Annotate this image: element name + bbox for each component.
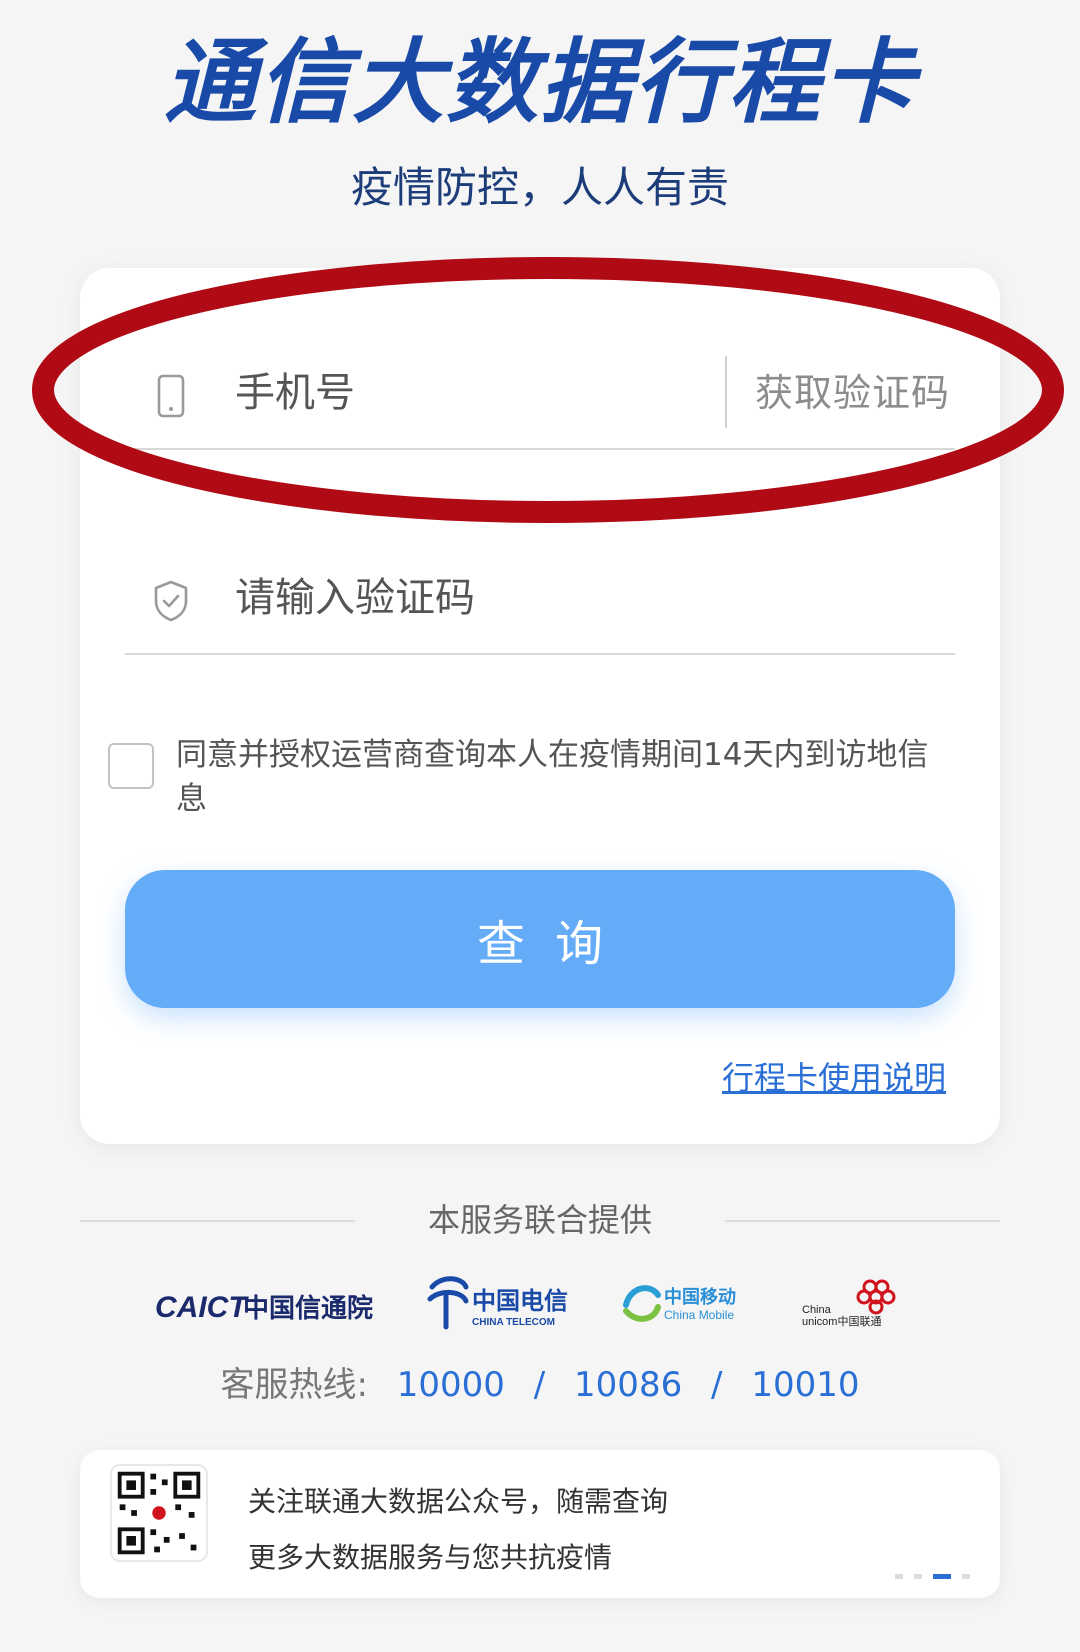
carousel-dot	[894, 1574, 903, 1579]
phone-input[interactable]: 手机号	[235, 338, 355, 448]
telecom-logo-cn: 中国电信	[472, 1287, 568, 1315]
hotline-number-telecom[interactable]: 10000	[397, 1365, 505, 1405]
providers-header: 本服务联合提供	[80, 1195, 1000, 1245]
china-mobile-logo: 中国移动 China Mobile	[623, 1285, 736, 1322]
phone-icon	[157, 374, 185, 418]
carousel-indicator	[889, 1564, 970, 1579]
hotline-number-unicom[interactable]: 10010	[751, 1365, 859, 1405]
get-code-button[interactable]: 获取验证码	[755, 338, 950, 448]
telecom-logo-en: CHINA TELECOM	[472, 1317, 555, 1328]
agreement-text: 同意并授权运营商查询本人在疫情期间14天内到访地信息	[176, 737, 929, 817]
carousel-dot	[962, 1574, 970, 1579]
hotline-row: 客服热线: 10000 / 10086 / 10010	[0, 1360, 1080, 1410]
mobile-logo-cn: 中国移动	[664, 1286, 736, 1308]
provider-logos: CAICT 中国信通院 中国电信 CHINA TELECOM 中国移动 Chin…	[150, 1265, 950, 1345]
hotline-separator: /	[533, 1365, 546, 1405]
code-field-row: 请输入验证码	[125, 543, 955, 655]
code-input[interactable]: 请输入验证码	[235, 543, 475, 653]
carousel-dot	[913, 1574, 922, 1579]
unicom-logo-en-bottom: unicom中国联通	[802, 1315, 881, 1328]
page-title: 通信大数据行程卡	[163, 29, 916, 136]
banner-line-1: 关注联通大数据公众号，随需查询	[248, 1485, 669, 1518]
caict-logo-cn: 中国信通院	[243, 1293, 373, 1324]
hotline-separator: /	[711, 1365, 723, 1405]
unicom-logo-en-top: China	[802, 1304, 832, 1316]
field-divider	[725, 356, 727, 428]
carousel-dot-active	[932, 1574, 951, 1579]
divider-right	[725, 1220, 1000, 1222]
usage-guide-link[interactable]: 行程卡使用说明	[722, 1053, 946, 1099]
qr-code-icon	[110, 1464, 208, 1562]
mobile-logo-en: China Mobile	[664, 1308, 734, 1322]
hotline-number-mobile[interactable]: 10086	[574, 1365, 682, 1405]
banner-line-2: 更多大数据服务与您共抗疫情	[248, 1541, 613, 1574]
caict-logo-en: CAICT	[155, 1291, 249, 1324]
hotline-label: 客服热线:	[220, 1365, 368, 1405]
page: 通信大数据行程卡 疫情防控，人人有责 手机号 获取验证码 请输入验证码 同意并授…	[0, 0, 1080, 1652]
shield-check-icon	[154, 580, 188, 622]
china-unicom-logo: China unicom中国联通	[802, 1279, 896, 1328]
china-telecom-logo: 中国电信 CHINA TELECOM	[427, 1276, 568, 1330]
page-subtitle: 疫情防控，人人有责	[350, 163, 729, 212]
phone-field-row: 手机号 获取验证码	[125, 338, 955, 450]
query-button[interactable]: 查询	[125, 870, 955, 1008]
promo-banner[interactable]: 关注联通大数据公众号，随需查询 更多大数据服务与您共抗疫情	[80, 1450, 1000, 1598]
caict-logo: CAICT 中国信通院	[155, 1291, 373, 1324]
agree-checkbox[interactable]	[108, 743, 154, 789]
